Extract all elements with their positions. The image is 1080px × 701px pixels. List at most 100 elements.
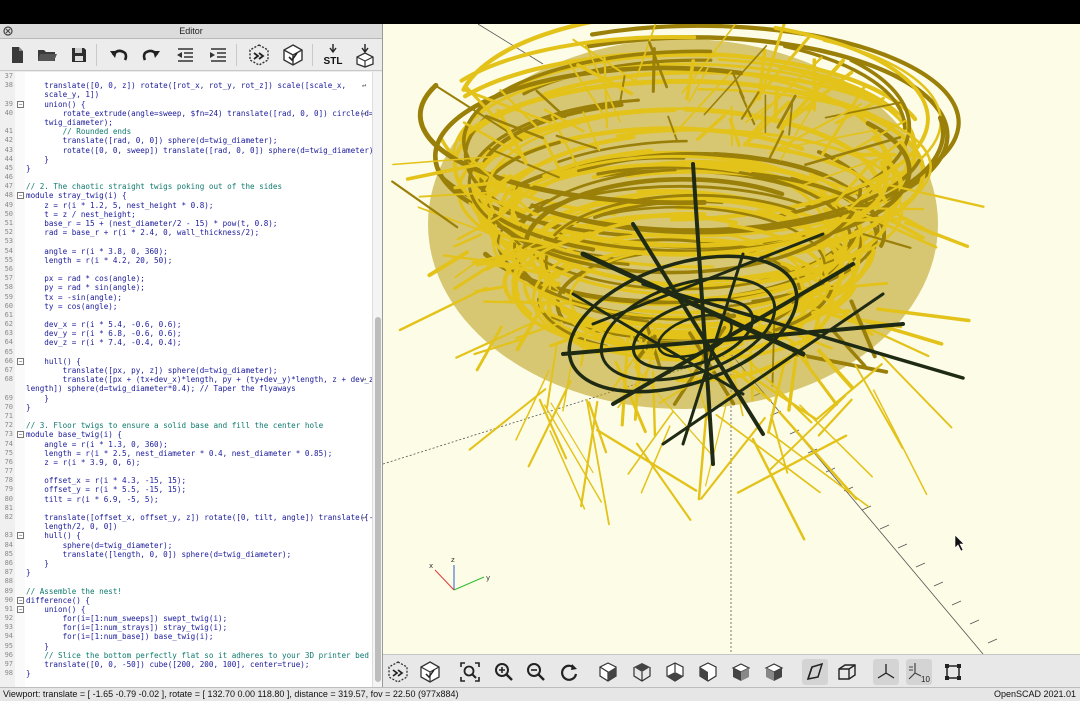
code-line[interactable]: 83− hull() { [0,531,372,540]
show-scale-markers-button[interactable]: 10 [906,659,932,685]
save-file-button[interactable] [66,42,92,68]
preview-render-button[interactable] [385,659,411,685]
fold-toggle-icon[interactable]: − [17,192,24,200]
code-line[interactable]: 45} [0,164,372,173]
code-editor[interactable]: 37 38 translate([0, 0, z]) rotate([rot_x,… [0,72,382,687]
orthogonal-button[interactable] [834,659,860,685]
show-edges-button[interactable] [940,659,966,685]
code-line[interactable]: 86 } [0,559,372,568]
3d-viewport[interactable]: z y x 10 [382,24,1080,687]
code-line[interactable]: twig_diameter); [0,118,372,127]
code-line[interactable]: 97 translate([0, 0, -50]) cube([200, 200… [0,660,372,669]
code-line[interactable]: 74 angle = r(i * 1.3, 0, 360); [0,440,372,449]
editor-scrollbar[interactable] [372,72,382,687]
code-line[interactable]: 88 [0,577,372,586]
code-line[interactable]: 57 px = rad * cos(angle); [0,274,372,283]
view-top-button[interactable] [629,659,655,685]
fold-toggle-icon[interactable]: − [17,596,24,604]
render-3d-button[interactable] [417,659,443,685]
perspective-button[interactable] [802,659,828,685]
code-line[interactable]: 81 [0,504,372,513]
indent-button[interactable] [205,42,231,68]
code-line[interactable]: 96 // Slice the bottom perfectly flat so… [0,651,372,660]
code-line[interactable]: 84 sphere(d=twig_diameter); [0,541,372,550]
code-line[interactable]: 63 dev_y = r(i * 6.8, -0.6, 0.6); [0,329,372,338]
code-line[interactable]: 87} [0,568,372,577]
code-line[interactable]: 52 rad = base_r + r(i * 2.4, 0, wall_thi… [0,228,372,237]
code-line[interactable]: 56 [0,265,372,274]
code-line[interactable]: 46 [0,173,372,182]
code-line[interactable]: 53 [0,237,372,246]
code-line[interactable]: 70} [0,403,372,412]
nest-model-render[interactable]: z y x [383,24,1080,654]
code-line[interactable]: 67 translate([px, py, z]) sphere(d=twig_… [0,366,372,375]
code-line[interactable]: scale_y, 1]) [0,90,372,99]
zoom-out-button[interactable] [523,659,549,685]
preview-button[interactable] [246,42,272,68]
code-line[interactable]: 62 dev_x = r(i * 5.4, -0.6, 0.6); [0,320,372,329]
code-line[interactable]: 94 for(i=[1:num_base]) base_twig(i); [0,632,372,641]
code-line[interactable]: 64 dev_z = r(i * 7.4, -0.4, 0.4); [0,338,372,347]
editor-scroll-thumb[interactable] [375,317,381,682]
code-line[interactable]: 41 // Rounded ends [0,127,372,136]
code-line[interactable]: 49 z = r(i * 1.2, 5, nest_height * 0.8); [0,201,372,210]
code-line[interactable]: 48− module stray_twig(i) { [0,191,372,200]
code-line[interactable]: 72 // 3. Floor twigs to ensure a solid ba… [0,421,372,430]
fold-toggle-icon[interactable]: − [17,605,24,613]
code-line[interactable]: 68 translate([px + (tx+dev_x)*length, py… [0,375,378,384]
code-line[interactable]: 60 ty = cos(angle); [0,302,372,311]
view-back-button[interactable] [761,659,787,685]
code-line[interactable]: 80 tilt = r(i * 6.9, -5, 5); [0,495,372,504]
code-line[interactable]: 43 rotate([0, 0, sweep]) translate([rad,… [0,146,378,155]
code-line[interactable]: 38 translate([0, 0, z]) rotate([rot_x, r… [0,81,372,90]
code-line[interactable]: 42 translate([rad, 0, 0]) sphere(d=twig_… [0,136,372,145]
code-line[interactable]: 54 angle = r(i * 3.8, 0, 360); [0,247,372,256]
code-line[interactable]: 91− union() { [0,605,372,614]
code-line[interactable]: 90− difference() { [0,596,372,605]
code-line[interactable]: 79 offset_y = r(i * 5.5, -15, 15); [0,485,372,494]
undo-button[interactable] [106,42,132,68]
code-line[interactable]: 59 tx = -sin(angle); [0,293,372,302]
fold-toggle-icon[interactable]: − [17,357,24,365]
view-all-button[interactable] [457,659,483,685]
view-front-button[interactable] [728,659,754,685]
code-line[interactable]: 76 z = r(i * 3.9, 0, 6); [0,458,372,467]
code-line[interactable]: 77 [0,467,372,476]
code-line[interactable]: 73− module base_twig(i) { [0,430,372,439]
code-line[interactable]: 93 for(i=[1:num_strays]) stray_twig(i); [0,623,372,632]
code-line[interactable]: 58 py = rad * sin(angle); [0,283,372,292]
open-file-button[interactable] [34,42,60,68]
view-bottom-button[interactable] [662,659,688,685]
view-left-button[interactable] [695,659,721,685]
fold-toggle-icon[interactable]: − [17,100,24,108]
render-button[interactable] [280,42,306,68]
code-line[interactable]: 98} [0,669,372,678]
code-line[interactable]: 95 } [0,642,372,651]
unindent-button[interactable] [172,42,198,68]
fold-toggle-icon[interactable]: − [17,431,24,439]
code-line[interactable]: 92 for(i=[1:num_sweeps]) swept_twig(i); [0,614,372,623]
code-line[interactable]: 44 } [0,155,372,164]
code-line[interactable]: 51 base_r = 15 + (nest_diameter/2 - 15) … [0,219,372,228]
close-panel-icon[interactable] [3,26,13,36]
code-line[interactable]: 61 [0,311,372,320]
export-stl-button[interactable]: STL [320,42,346,68]
code-line[interactable]: 75 length = r(i * 2.5, nest_diameter * 0… [0,449,372,458]
new-file-button[interactable] [4,42,30,68]
code-line[interactable]: 85 translate([length, 0, 0]) sphere(d=tw… [0,550,372,559]
code-line[interactable]: 37 [0,72,372,81]
code-line[interactable]: length]) sphere(d=twig_diameter*0.4); //… [0,384,372,393]
view-right-button[interactable] [595,659,621,685]
code-line[interactable]: length/2, 0, 0]) [0,522,372,531]
code-line[interactable]: 40 rotate_extrude(angle=sweep, $fn=24) t… [0,109,374,118]
code-line[interactable]: 65 [0,348,372,357]
code-line[interactable]: 50 t = z / nest_height; [0,210,372,219]
zoom-in-button[interactable] [491,659,517,685]
code-line[interactable]: 89 // Assemble the nest! [0,587,372,596]
code-line[interactable]: 82 translate([offset_x, offset_y, z]) ro… [0,513,374,522]
code-line[interactable]: 69 } [0,394,372,403]
reset-view-button[interactable] [556,659,582,685]
fold-toggle-icon[interactable]: − [17,532,24,540]
code-line[interactable]: 47 // 2. The chaotic straight twigs pokin… [0,182,372,191]
code-line[interactable]: 78 offset_x = r(i * 4.3, -15, 15); [0,476,372,485]
